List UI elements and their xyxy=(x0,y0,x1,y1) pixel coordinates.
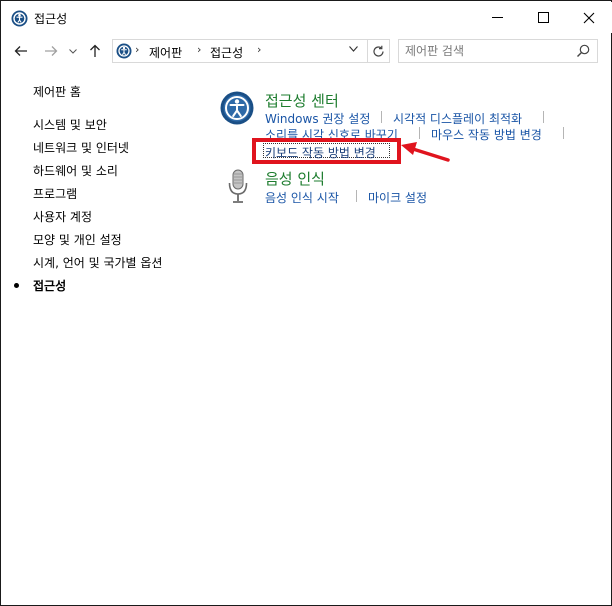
search-input[interactable] xyxy=(405,43,565,59)
forward-button[interactable] xyxy=(42,41,60,61)
breadcrumb-control-panel[interactable]: 제어판 xyxy=(149,44,182,61)
breadcrumb-accessibility[interactable]: 접근성 xyxy=(210,44,243,61)
sidebar-item-user-accounts[interactable]: 사용자 계정 xyxy=(33,208,92,225)
sidebar-item-network-internet[interactable]: 네트워크 및 인터넷 xyxy=(33,139,129,156)
sidebar-item-accessibility[interactable]: 접근성 xyxy=(33,277,66,294)
current-item-bullet xyxy=(14,283,19,288)
search-box[interactable] xyxy=(398,39,598,63)
title-bar: 접근성 xyxy=(2,2,612,33)
red-arrow-icon xyxy=(401,142,450,162)
window-frame: 접근성 › 제어판 › 접근성 › 제어판 검색 제어판 홈 시스템 및 보안 … xyxy=(0,0,612,606)
navigation-bar: › 제어판 › 접근성 › xyxy=(2,33,612,69)
address-dropdown-icon[interactable] xyxy=(349,44,358,55)
search-icon[interactable] xyxy=(575,43,591,59)
close-icon xyxy=(583,12,595,23)
sidebar-item-system-security[interactable]: 시스템 및 보안 xyxy=(33,116,107,133)
ease-of-access-icon xyxy=(220,91,254,125)
link-start-speech-recognition[interactable]: 음성 인식 시작 xyxy=(265,189,339,206)
chevron-right-icon[interactable]: › xyxy=(197,43,201,56)
up-button[interactable] xyxy=(86,41,104,61)
refresh-button[interactable] xyxy=(367,40,389,62)
sidebar-item-control-panel-home[interactable]: 제어판 홈 xyxy=(33,83,81,100)
maximize-icon xyxy=(537,12,549,23)
section-title-ease-of-access-center[interactable]: 접근성 센터 xyxy=(265,90,339,111)
recent-locations-button[interactable] xyxy=(68,41,78,61)
link-microphone-settings[interactable]: 마이크 설정 xyxy=(368,189,427,206)
microphone-icon xyxy=(228,169,248,203)
link-separator xyxy=(381,111,382,123)
link-separator xyxy=(419,127,420,139)
link-windows-recommended-settings[interactable]: Windows 권장 설정 xyxy=(265,110,370,127)
close-button[interactable] xyxy=(566,2,612,33)
link-change-keyboard-settings[interactable]: 키보드 작동 방법 변경 xyxy=(265,144,376,161)
minimize-button[interactable] xyxy=(474,2,520,33)
sidebar-item-clock-language-region[interactable]: 시계, 언어 및 국가별 옵션 xyxy=(33,254,162,271)
window-title: 접근성 xyxy=(34,12,68,26)
link-separator xyxy=(563,127,564,139)
section-title-speech-recognition[interactable]: 음성 인식 xyxy=(265,168,325,189)
sidebar-item-programs[interactable]: 프로그램 xyxy=(33,185,77,202)
recent-dropdown-icon xyxy=(69,48,77,54)
back-arrow-icon xyxy=(14,46,27,56)
sidebar-item-hardware-sound[interactable]: 하드웨어 및 소리 xyxy=(33,162,118,179)
minimize-icon xyxy=(491,17,503,18)
ease-of-access-app-icon xyxy=(11,10,28,27)
link-separator xyxy=(543,111,544,123)
address-bar[interactable]: › 제어판 › 접근성 › xyxy=(112,39,390,63)
up-arrow-icon xyxy=(90,44,100,57)
link-optimize-visual-display[interactable]: 시각적 디스플레이 최적화 xyxy=(393,110,522,127)
forward-arrow-icon xyxy=(45,46,58,56)
refresh-icon xyxy=(373,45,384,57)
back-button[interactable] xyxy=(12,41,30,61)
control-panel-icon xyxy=(116,43,132,59)
link-separator xyxy=(356,190,357,202)
chevron-right-icon[interactable]: › xyxy=(135,43,139,56)
maximize-button[interactable] xyxy=(520,2,566,33)
sidebar-item-appearance[interactable]: 모양 및 개인 설정 xyxy=(33,231,122,248)
chevron-right-icon[interactable]: › xyxy=(257,43,261,56)
